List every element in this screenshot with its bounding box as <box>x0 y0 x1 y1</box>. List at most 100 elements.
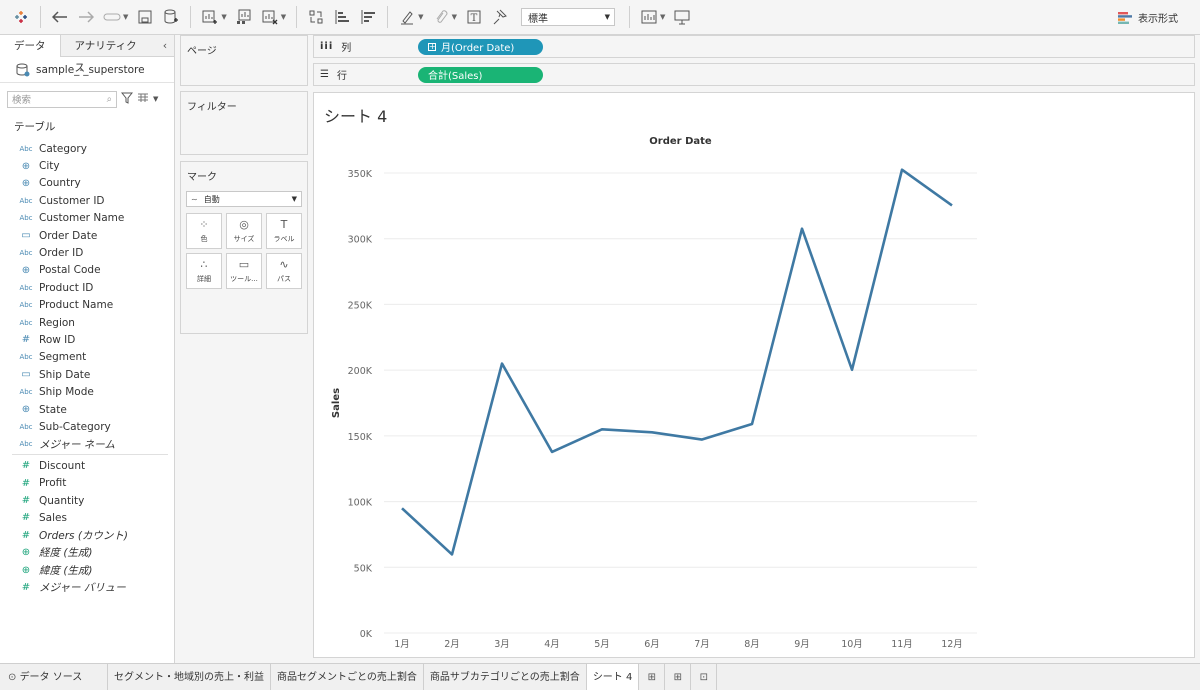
dimension-field[interactable]: Abc Segment <box>0 349 174 366</box>
mark-button-path[interactable]: ∿ パス <box>266 253 302 289</box>
rows-shelf[interactable]: ☰ 行 合計(Sales) <box>313 63 1195 86</box>
data-point[interactable] <box>649 429 655 435</box>
measure-field[interactable]: # メジャー バリュー <box>0 579 174 596</box>
measure-field[interactable]: # Quantity <box>0 492 174 509</box>
new-story-tab-icon[interactable]: ⊡ <box>691 663 718 690</box>
data-point[interactable] <box>449 551 455 557</box>
view-options-icon[interactable] <box>137 93 149 106</box>
replay-icon[interactable] <box>101 6 123 28</box>
datasource-item[interactable]: sample_-_superstore <box>0 57 174 83</box>
data-point[interactable] <box>899 167 905 173</box>
sheet-tab[interactable]: 商品セグメントごとの売上割合 <box>271 663 424 690</box>
show-me-button[interactable]: 表示形式 <box>1118 10 1178 25</box>
measure-field[interactable]: ⊕ 緯度 (生成) <box>0 561 174 578</box>
dimension-field[interactable]: Abc Sub-Category <box>0 418 174 435</box>
sort-descending-icon[interactable] <box>357 6 379 28</box>
data-point[interactable] <box>749 421 755 427</box>
mark-button-label[interactable]: T ラベル <box>266 213 302 249</box>
dimension-field[interactable]: Abc Product ID <box>0 279 174 296</box>
new-datasource-icon[interactable] <box>160 6 182 28</box>
new-worksheet-icon[interactable] <box>199 6 221 28</box>
show-mark-labels-icon[interactable]: T <box>463 6 485 28</box>
redo-icon[interactable] <box>75 6 97 28</box>
duplicate-sheet-icon[interactable] <box>233 6 255 28</box>
dimension-field[interactable]: ⊕ State <box>0 401 174 418</box>
save-icon[interactable] <box>134 6 156 28</box>
data-point[interactable] <box>499 361 505 367</box>
measure-field[interactable]: ⊕ 経度 (生成) <box>0 544 174 561</box>
data-point[interactable] <box>549 449 555 455</box>
show-cards-icon[interactable] <box>638 6 660 28</box>
tab-analytics[interactable]: アナリティクス <box>60 35 156 74</box>
presentation-mode-icon[interactable] <box>671 6 693 28</box>
mark-button-tooltip[interactable]: ▭ ツール... <box>226 253 262 289</box>
replay-dropdown-icon[interactable]: ▼ <box>123 13 128 21</box>
dimension-field[interactable]: Abc Customer Name <box>0 210 174 227</box>
dimension-field[interactable]: ⊕ City <box>0 157 174 174</box>
data-point[interactable] <box>799 226 805 232</box>
pages-card[interactable]: ページ <box>180 35 308 86</box>
data-point[interactable] <box>599 426 605 432</box>
x-tick-label: 12月 <box>941 639 963 650</box>
collapse-pane-icon[interactable]: ‹ <box>156 35 174 56</box>
mark-button-color[interactable]: ⁘ 色 <box>186 213 222 249</box>
sheet-tab[interactable]: セグメント・地域別の売上・利益 <box>108 663 271 690</box>
dimension-field[interactable]: ⊕ Country <box>0 175 174 192</box>
measure-field[interactable]: # Sales <box>0 509 174 526</box>
dimension-field[interactable]: Abc Customer ID <box>0 192 174 209</box>
dimension-field[interactable]: ⊕ Postal Code <box>0 262 174 279</box>
columns-pill[interactable]: + 月(Order Date) <box>418 38 543 55</box>
calendar-icon: ▭ <box>21 230 31 242</box>
dimension-field[interactable]: ▭ Ship Date <box>0 366 174 383</box>
measure-field[interactable]: # Orders (カウント) <box>0 527 174 544</box>
mark-button-size[interactable]: ◎ サイズ <box>226 213 262 249</box>
data-point[interactable] <box>399 505 405 511</box>
data-point[interactable] <box>949 202 955 208</box>
sheet-tab[interactable]: 商品サブカテゴリごとの売上割合 <box>424 663 587 690</box>
rows-pill[interactable]: 合計(Sales) <box>418 66 543 83</box>
filter-icon[interactable] <box>120 92 134 107</box>
dimension-field[interactable]: Abc Ship Mode <box>0 383 174 400</box>
undo-icon[interactable] <box>49 6 71 28</box>
chevron-down-icon[interactable]: ▼ <box>153 95 158 103</box>
new-worksheet-tab-icon[interactable]: ⊞ <box>639 663 666 690</box>
sheet-tab-active[interactable]: シート 4 <box>586 663 640 690</box>
measure-field[interactable]: # Profit <box>0 474 174 491</box>
sort-ascending-icon[interactable] <box>331 6 353 28</box>
number-type-icon: # <box>21 495 31 506</box>
search-input[interactable]: 検索 ⌕ <box>7 90 117 108</box>
clear-sheet-icon[interactable] <box>259 6 281 28</box>
mark-button-detail[interactable]: ∴ 詳細 <box>186 253 222 289</box>
dimension-field[interactable]: ▭ Order Date <box>0 227 174 244</box>
mark-type-select[interactable]: ∼ 自動 ▼ <box>186 191 302 207</box>
datasource-tab[interactable]: ⊙ データ ソース <box>0 663 108 690</box>
fix-axes-icon[interactable] <box>489 6 511 28</box>
show-cards-dropdown-icon[interactable]: ▼ <box>660 13 665 21</box>
tab-data[interactable]: データ <box>0 35 61 57</box>
measure-field[interactable]: # Discount <box>0 457 174 474</box>
highlight-dropdown-icon[interactable]: ▼ <box>418 13 423 21</box>
new-worksheet-dropdown-icon[interactable]: ▼ <box>221 13 226 21</box>
data-point[interactable] <box>849 367 855 373</box>
fit-select[interactable]: 標準 ▼ <box>520 8 615 26</box>
tableau-logo-icon[interactable] <box>10 6 32 28</box>
dimension-field[interactable]: Abc Order ID <box>0 244 174 261</box>
dimension-field[interactable]: Abc Category <box>0 140 174 157</box>
columns-shelf[interactable]: iii 列 + 月(Order Date) <box>313 35 1195 58</box>
data-point[interactable] <box>699 437 705 443</box>
x-tick-label: 7月 <box>694 639 710 650</box>
dimension-field[interactable]: Abc Product Name <box>0 297 174 314</box>
line-chart[interactable]: Order Date 0K 50K 100K 150K 200K 250K 300K 350K S… <box>314 93 1194 657</box>
group-dropdown-icon[interactable]: ▼ <box>452 13 457 21</box>
sales-line[interactable] <box>401 168 953 556</box>
group-members-icon[interactable] <box>430 6 452 28</box>
dimension-field[interactable]: Abc Region <box>0 314 174 331</box>
chart-title: Order Date <box>649 136 712 147</box>
swap-rows-columns-icon[interactable] <box>305 6 327 28</box>
dimension-field[interactable]: Abc メジャー ネーム <box>0 436 174 453</box>
highlight-icon[interactable] <box>396 6 418 28</box>
filters-card[interactable]: フィルター <box>180 91 308 155</box>
clear-dropdown-icon[interactable]: ▼ <box>281 13 286 21</box>
dimension-field[interactable]: # Row ID <box>0 331 174 348</box>
new-dashboard-tab-icon[interactable]: ⊞ <box>665 663 692 690</box>
